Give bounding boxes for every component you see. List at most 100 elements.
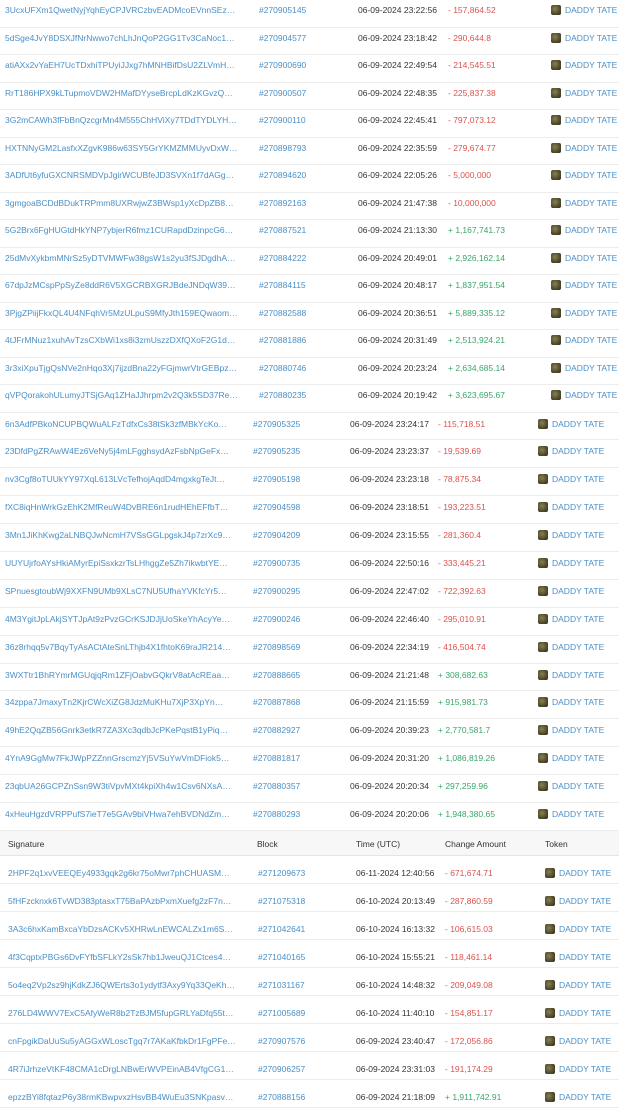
time-value: 06-09-2024 23:23:37 — [350, 446, 429, 457]
token-link[interactable]: DADDY TATE — [551, 385, 617, 405]
block-link[interactable]: #270904598 — [253, 496, 300, 518]
signature-link[interactable]: 4M3YgitJpLAkjSYTJpAt9zPvzGCrKSJDJjUoSkeY… — [5, 608, 231, 630]
token-link[interactable]: DADDY TATE — [538, 552, 604, 574]
signature-link[interactable]: 49hE2QqZB56Gnrk3etkR7ZA3Xc3qdbJcPKePqstB… — [5, 719, 231, 741]
block-link[interactable]: #270881817 — [253, 747, 300, 769]
signature-link[interactable]: nv3Cgf8oTUUkYY97XqL613LVcTefhojAqdD4mgxk… — [5, 468, 231, 490]
signature-link[interactable]: 23qbUA26GCPZnSsn9W3tiVpvMXt4kpiXh4w1Csv6… — [5, 775, 231, 797]
block-link[interactable]: #270892163 — [259, 193, 306, 213]
signature-link[interactable]: 3r3xiXpuTjgQsNVe2nHqo3Xj7ijzdBna22yFGjmw… — [5, 358, 238, 378]
signature-link[interactable]: 3ADfUt6yfuGXCNRSMDVpJgirWCUBfeJD3SVXn1f7… — [5, 165, 238, 185]
signature-link[interactable]: SPnuesgtoubWj9XXFN9UMb9XLsC7NU5UfhaYVKfc… — [5, 580, 231, 602]
signature-link[interactable]: 25dMvXykbmMNrSz5yDTVMWFw38gsW1s2yu3fSJDg… — [5, 248, 238, 268]
token-link[interactable]: DADDY TATE — [551, 330, 617, 350]
block-link[interactable]: #270888665 — [253, 664, 300, 686]
token-avatar-icon — [545, 1035, 555, 1046]
signature-link[interactable]: 67dpJzMCspPpSyZe8ddR6V5XGCRBXGRJBdeJNDqW… — [5, 275, 238, 295]
token-link[interactable]: DADDY TATE — [538, 413, 604, 435]
token-link[interactable]: DADDY TATE — [538, 719, 604, 741]
signature-link[interactable]: HXTNNyGM2LasfxXZgvK986w63SY5GrYKMZMMUyvD… — [5, 138, 238, 158]
token-link[interactable]: DADDY TATE — [551, 28, 617, 48]
signature-link[interactable]: 5G2Brx6FgHUGtdHkYNP7ybjerR6fmz1CURapdDzi… — [5, 220, 238, 240]
block-link[interactable]: #270905198 — [253, 468, 300, 490]
token-link[interactable]: DADDY TATE — [551, 138, 617, 158]
token-link[interactable]: DADDY TATE — [551, 358, 617, 378]
signature-link[interactable]: 3UcxUFXm1QwetNyjYqhEyCPJVRCzbvEADMcoEVnn… — [5, 0, 238, 20]
block-link[interactable]: #270880293 — [253, 803, 300, 825]
block-link[interactable]: #270900735 — [253, 552, 300, 574]
block-link[interactable]: #270905145 — [259, 0, 306, 20]
token-link[interactable]: DADDY TATE — [551, 165, 617, 185]
change-amount: + 3,623,695.67 — [448, 390, 505, 400]
signature-link[interactable]: 23DfdPgZRAwW4Ez6VeNy5j4mLFgghsydAzFsbNpG… — [5, 440, 231, 462]
block-link[interactable]: #270900507 — [259, 83, 306, 103]
token-link[interactable]: DADDY TATE — [551, 275, 617, 295]
token-link[interactable]: DADDY TATE — [538, 608, 604, 630]
block-link[interactable]: #270904577 — [259, 28, 306, 48]
block-link[interactable]: #270882588 — [259, 303, 306, 323]
signature-link[interactable]: 4xHeuHgzdVRPPufS7ieT7e5GAv9biVHwa7ehBVDN… — [5, 803, 231, 825]
block-link[interactable]: #270884115 — [259, 275, 306, 295]
block-link[interactable]: #270880746 — [259, 358, 306, 378]
token-link[interactable]: DADDY TATE — [538, 636, 604, 658]
signature-link[interactable]: atiAXx2vYaEH7UcTDxhiTPUyiJJxg7hMNHBifDsU… — [5, 55, 238, 75]
token-link[interactable]: DADDY TATE — [551, 248, 617, 268]
token-link[interactable]: DADDY TATE — [551, 220, 617, 240]
block-link[interactable]: #270900295 — [253, 580, 300, 602]
block-link[interactable]: #270887521 — [259, 220, 306, 240]
block-link[interactable]: #270898793 — [259, 138, 306, 158]
block-link[interactable]: #270884222 — [259, 248, 306, 268]
signature-link[interactable]: 6n3AdfPBkoNCUPBQWuALFzTdfxCs38tSk3zfMBkY… — [5, 413, 231, 435]
token-link[interactable]: DADDY TATE — [538, 775, 604, 797]
token-link[interactable]: DADDY TATE — [551, 83, 617, 103]
block-link[interactable]: #270880235 — [259, 385, 306, 405]
time-value: 06-09-2024 22:05:26 — [358, 170, 437, 180]
token-link[interactable]: DADDY TATE — [538, 496, 604, 518]
signature-link[interactable]: 5dSge4JvY8DSXJfNrNwwo7chLhJnQoP2GG1Tv3Ca… — [5, 28, 238, 48]
block-link[interactable]: #270900110 — [259, 110, 306, 130]
token-link[interactable]: DADDY TATE — [551, 193, 617, 213]
token-link[interactable]: DADDY TATE — [551, 303, 617, 323]
signature-link[interactable]: 34zppa7JmaxyTn2KjrCWcXiZG8JdzMuKHu7XjP3X… — [5, 691, 231, 713]
signature-link[interactable]: fXC8iqHnWrkGzEhK2MfReuW4DvBRE6n1rudHEhEF… — [5, 496, 231, 518]
token-link[interactable]: DADDY TATE — [545, 1080, 611, 1114]
token-link[interactable]: DADDY TATE — [538, 691, 604, 713]
time-value: 06-09-2024 20:31:49 — [358, 335, 437, 345]
signature-link[interactable]: 36z8rhqq5v7BqyTyAsACtAteSnLThjb4X1fhtoK6… — [5, 636, 231, 658]
block-link[interactable]: #270882927 — [253, 719, 300, 741]
block-link[interactable]: #270881886 — [259, 330, 306, 350]
block-link[interactable]: #270905325 — [253, 413, 300, 435]
signature-link[interactable]: qVPQorakohULumyJTSjGAq1ZHaJJhrpm2v2Q3k5S… — [5, 385, 238, 405]
block-link[interactable]: #270904209 — [253, 524, 300, 546]
token-link[interactable]: DADDY TATE — [538, 468, 604, 490]
signature-link[interactable]: UUYUjrfoAYsHkiAMyrEpiSsxkzrTsLHhggZe5Zh7… — [5, 552, 231, 574]
block-link[interactable]: #270900246 — [253, 608, 300, 630]
block-link[interactable]: #270898569 — [253, 636, 300, 658]
signature-link[interactable]: RrT186HPX9kLTupmoVDW2HMafDYyseBrcpLdKzKG… — [5, 83, 238, 103]
header-time: Time (UTC) — [356, 838, 401, 849]
block-link[interactable]: #270894620 — [259, 165, 306, 185]
signature-link[interactable]: 4YnA9GgMw7FkJWpPZZnnGrscmzYj5VSuYwVmDFio… — [5, 747, 231, 769]
token-link[interactable]: DADDY TATE — [551, 110, 617, 130]
token-link[interactable]: DADDY TATE — [538, 440, 604, 462]
token-link[interactable]: DADDY TATE — [551, 55, 617, 75]
block-link[interactable]: #270900690 — [259, 55, 306, 75]
token-link[interactable]: DADDY TATE — [538, 664, 604, 686]
signature-link[interactable]: 3PjgZPiijFkxQL4U4NFqhVr5MzULpuS9MfyJth15… — [5, 303, 238, 323]
signature-link[interactable]: 3G2mCAWh3fFbBnQzcgrMn4M555ChHViXy7TDdTYD… — [5, 110, 238, 130]
token-link[interactable]: DADDY TATE — [538, 803, 604, 825]
token-link[interactable]: DADDY TATE — [538, 580, 604, 602]
token-link[interactable]: DADDY TATE — [551, 0, 617, 20]
block-link[interactable]: #270880357 — [253, 775, 300, 797]
block-link[interactable]: #270887868 — [253, 691, 300, 713]
signature-link[interactable]: 4tJFrMNuz1xuhAvTzsCXbWi1xs8i3zmUszzDXfQX… — [5, 330, 238, 350]
block-link[interactable]: #270905235 — [253, 440, 300, 462]
signature-link[interactable]: 3Mn1JiKhKwg2aLNBQJwNcmH7VSsGGLpgskJ4p7zr… — [5, 524, 231, 546]
token-link[interactable]: DADDY TATE — [538, 524, 604, 546]
signature-link[interactable]: 3WXTtr1BhRYmrMGUqjqRm1ZFjOabvGQkrV8atAcR… — [5, 664, 231, 686]
signature-link[interactable]: 3gmgoaBCDdBDukTRPmm8UXRwjwZ3BWsp1yXcDpZB… — [5, 193, 238, 213]
signature-link[interactable]: epzzBYi8fqtazP6y38rmKBwpvxzHsvBB4WuEu3SN… — [8, 1080, 236, 1114]
block-link[interactable]: #270888156 — [258, 1080, 305, 1114]
table-row: 276LD4WWV7ExC5AfyWeR8b2TzBJM5fupGRLYaDfq… — [0, 996, 619, 1024]
token-link[interactable]: DADDY TATE — [538, 747, 604, 769]
